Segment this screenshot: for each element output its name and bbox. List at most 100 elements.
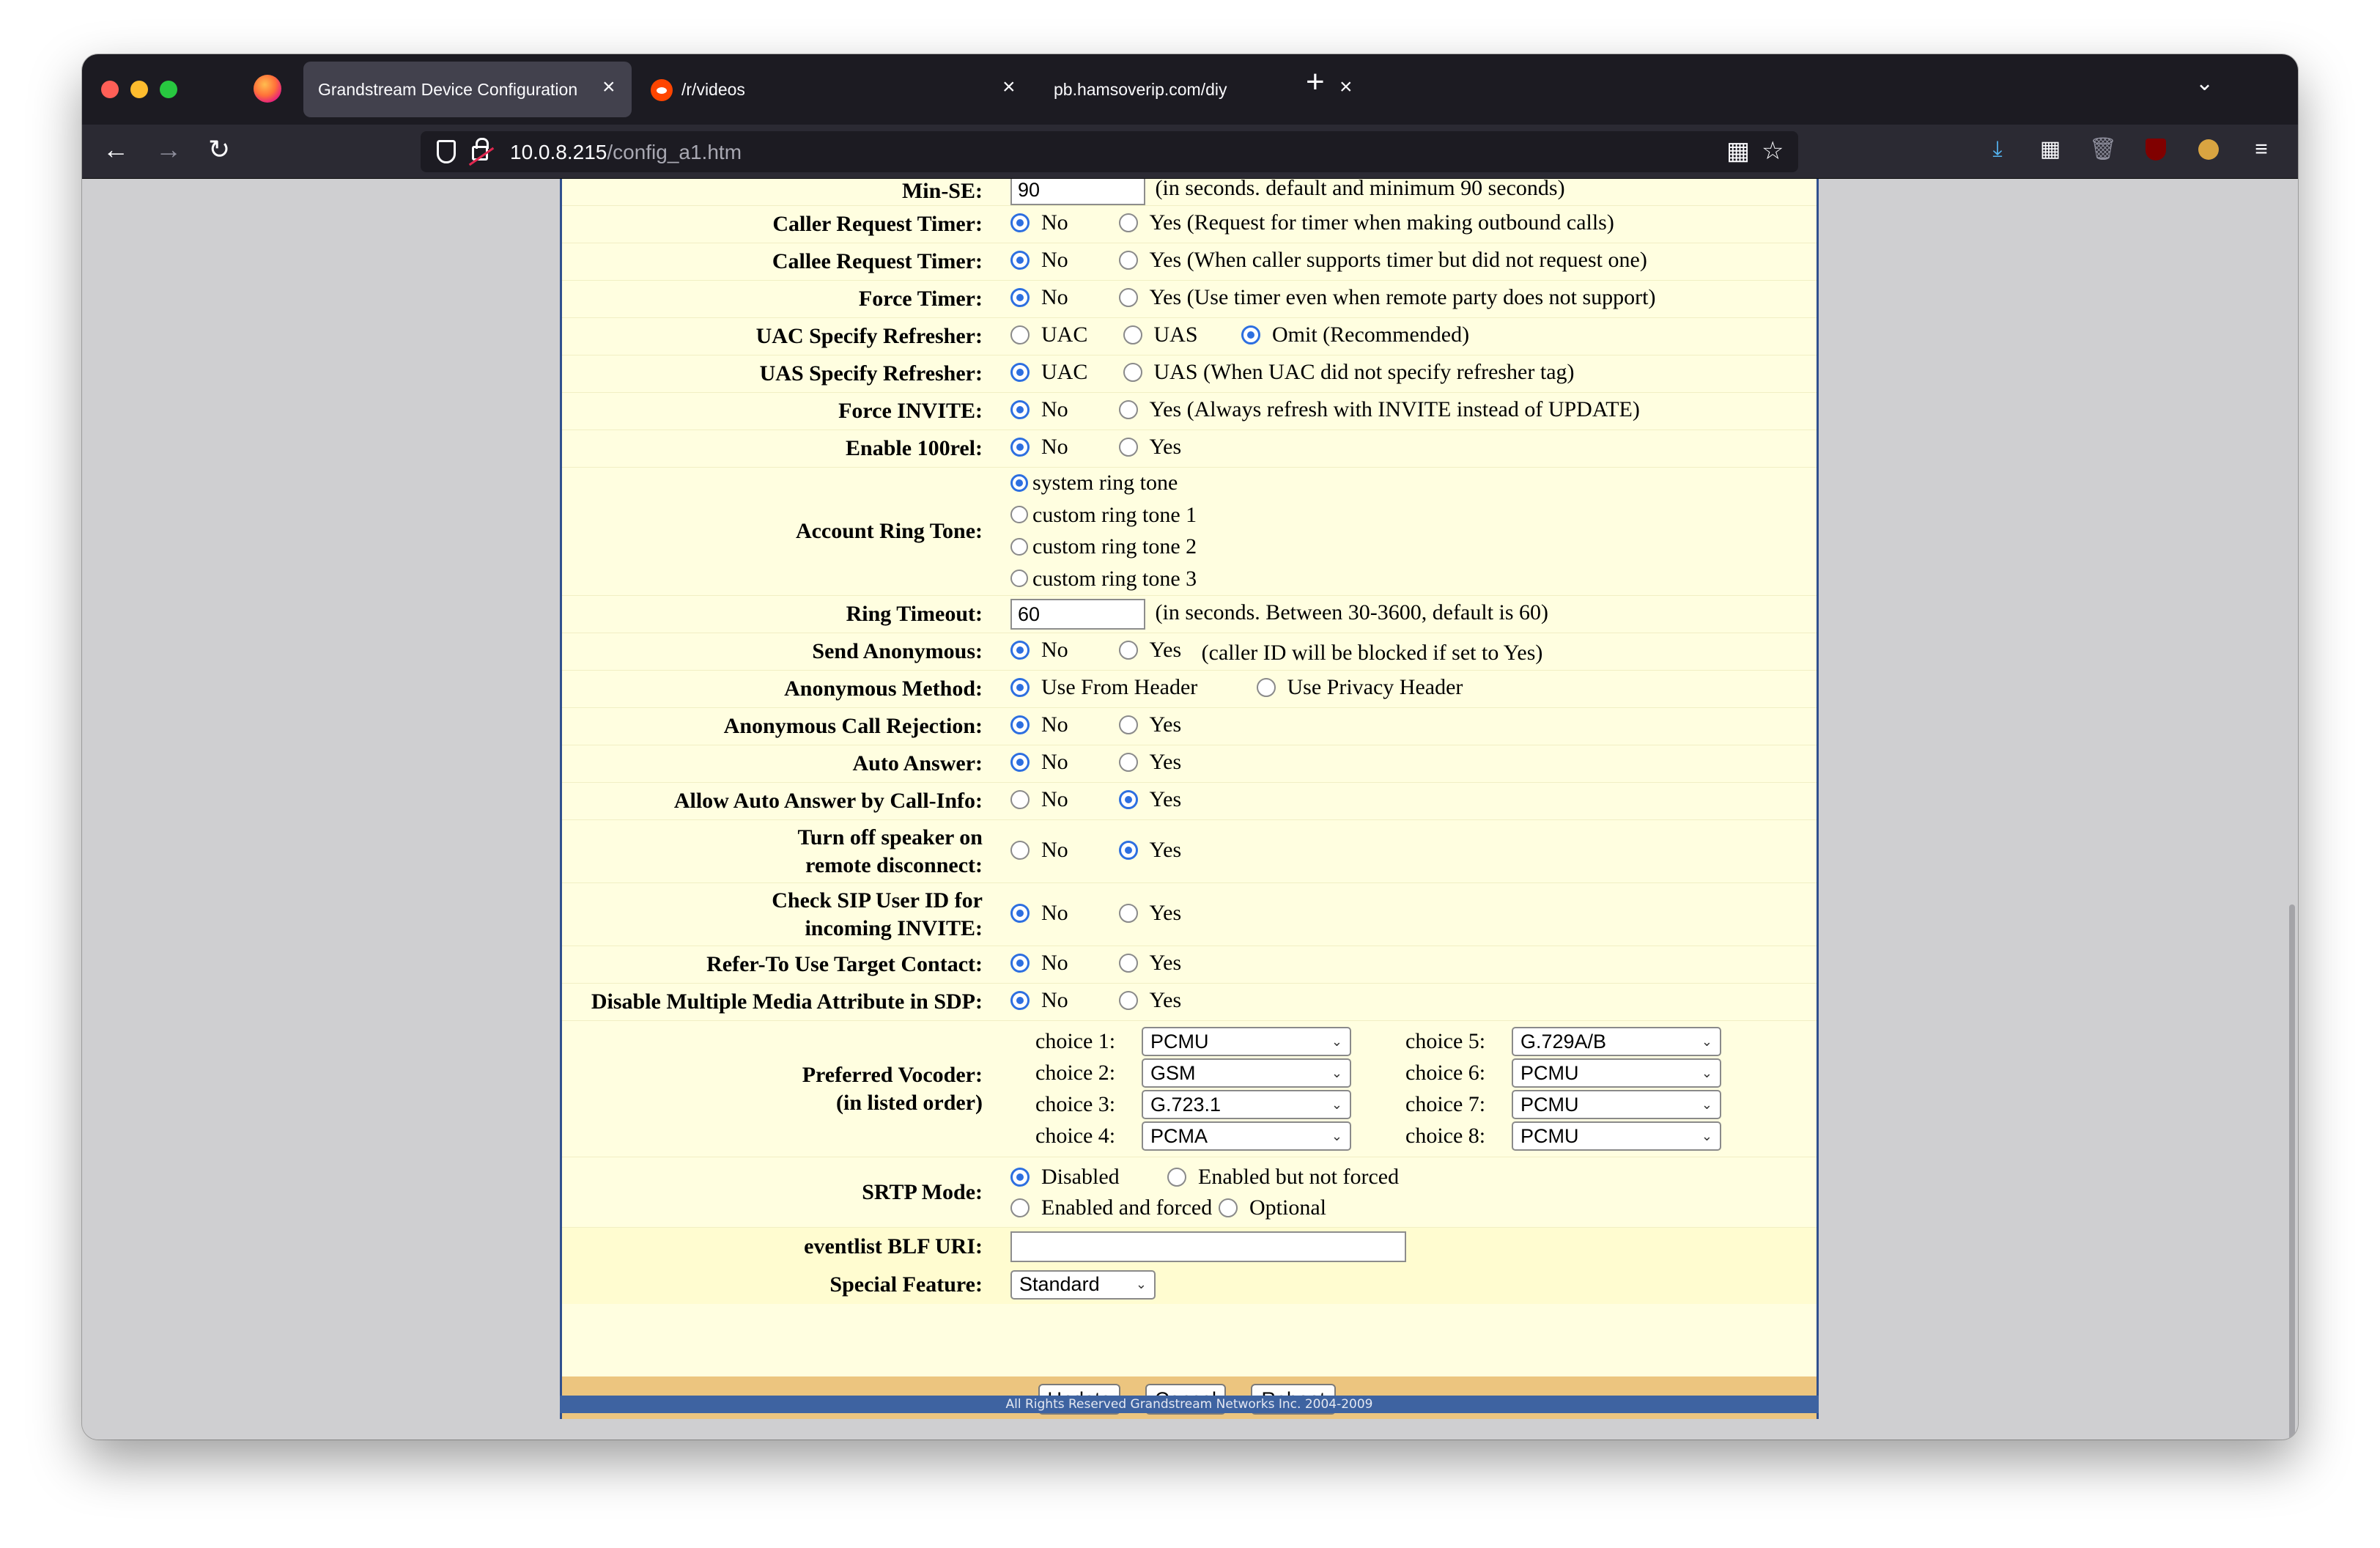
- callee-timer-yes-option[interactable]: Yes (When caller supports timer but did …: [1118, 248, 1647, 273]
- enable-100rel-yes-option[interactable]: Yes: [1118, 435, 1181, 460]
- enable-100rel-no-option[interactable]: No: [1010, 435, 1113, 460]
- radio-button[interactable]: [1010, 1167, 1030, 1187]
- radio-button[interactable]: [1010, 400, 1030, 419]
- anon-reject-no-option[interactable]: No: [1010, 712, 1113, 737]
- auto-answer-no-option[interactable]: No: [1010, 750, 1113, 775]
- bookmark-star-icon[interactable]: ☆: [1762, 139, 1784, 163]
- radio-button[interactable]: [1010, 991, 1030, 1010]
- radio-button[interactable]: [1010, 363, 1030, 382]
- new-tab-plus-icon[interactable]: +: [1306, 66, 1325, 98]
- close-tab-icon[interactable]: ×: [602, 76, 616, 98]
- radio-button[interactable]: [1010, 903, 1030, 923]
- radio-button[interactable]: [1010, 251, 1030, 270]
- force-invite-yes-option[interactable]: Yes (Always refresh with INVITE instead …: [1118, 397, 1640, 422]
- srtp-enabled-forced-option[interactable]: Enabled and forced: [1010, 1195, 1212, 1220]
- radio-button[interactable]: [1010, 473, 1028, 492]
- radio-button[interactable]: [1118, 641, 1138, 660]
- send-anon-yes-option[interactable]: Yes: [1118, 638, 1181, 663]
- close-tab-icon[interactable]: ×: [1002, 76, 1016, 98]
- radio-button[interactable]: [1010, 715, 1030, 734]
- speaker-off-yes-option[interactable]: Yes: [1118, 838, 1181, 863]
- vocoder-choice-6-select[interactable]: PCMU ⌄: [1512, 1058, 1721, 1088]
- check-sip-no-option[interactable]: No: [1010, 901, 1113, 926]
- send-anon-no-option[interactable]: No: [1010, 638, 1113, 663]
- close-window-button[interactable]: [101, 81, 119, 98]
- ring-timeout-input[interactable]: 60: [1010, 599, 1145, 630]
- refer-to-no-option[interactable]: No: [1010, 951, 1113, 976]
- anon-method-from-header-option[interactable]: Use From Header: [1010, 675, 1251, 700]
- vocoder-choice-7-select[interactable]: PCMU ⌄: [1512, 1090, 1721, 1119]
- radio-button[interactable]: [1118, 991, 1138, 1010]
- radio-button[interactable]: [1167, 1167, 1186, 1187]
- vocoder-choice-2-select[interactable]: GSM ⌄: [1142, 1058, 1351, 1088]
- force-invite-no-option[interactable]: No: [1010, 397, 1113, 422]
- minimize-window-button[interactable]: [130, 81, 148, 98]
- tab-grandstream[interactable]: Grandstream Device Configuration ×: [303, 62, 632, 117]
- radio-button[interactable]: [1010, 1198, 1030, 1217]
- radio-button[interactable]: [1118, 903, 1138, 923]
- caller-timer-no-option[interactable]: No: [1010, 210, 1113, 235]
- radio-button[interactable]: [1219, 1198, 1238, 1217]
- url-text[interactable]: 10.0.8.215/config_a1.htm: [510, 141, 742, 164]
- uas-refresher-uac-option[interactable]: UAC: [1010, 360, 1117, 385]
- radio-button[interactable]: [1256, 678, 1276, 697]
- eventlist-blf-uri-input[interactable]: [1010, 1231, 1406, 1262]
- srtp-enabled-not-forced-option[interactable]: Enabled but not forced: [1167, 1165, 1399, 1190]
- trash-icon[interactable]: 🗑: [2089, 136, 2117, 163]
- page-scrollbar[interactable]: [2286, 179, 2298, 1440]
- ring-tone-custom-2-option[interactable]: custom ring tone 2: [1010, 531, 1197, 561]
- radio-button[interactable]: [1010, 753, 1030, 772]
- srtp-optional-option[interactable]: Optional: [1167, 1195, 1387, 1220]
- vocoder-choice-3-select[interactable]: G.723.1 ⌄: [1142, 1090, 1351, 1119]
- extensions-grid-icon[interactable]: ▦: [2037, 136, 2063, 163]
- radio-button[interactable]: [1118, 288, 1138, 307]
- radio-button[interactable]: [1010, 537, 1028, 556]
- disable-mma-yes-option[interactable]: Yes: [1118, 988, 1181, 1013]
- special-feature-select[interactable]: Standard ⌄: [1010, 1269, 1156, 1300]
- qr-code-icon[interactable]: ▦: [1726, 139, 1750, 163]
- radio-button[interactable]: [1118, 400, 1138, 419]
- auto-answer-yes-option[interactable]: Yes: [1118, 750, 1181, 775]
- tab-reddit-videos[interactable]: /r/videos ×: [643, 62, 1039, 117]
- force-timer-no-option[interactable]: No: [1010, 285, 1113, 310]
- insecure-lock-icon[interactable]: [472, 138, 489, 161]
- radio-button[interactable]: [1010, 570, 1028, 587]
- radio-button[interactable]: [1010, 288, 1030, 307]
- radio-button[interactable]: [1118, 840, 1138, 860]
- radio-button[interactable]: [1241, 325, 1260, 344]
- url-bar[interactable]: 10.0.8.215/config_a1.htm ▦ ☆: [421, 131, 1798, 172]
- scrollbar-thumb[interactable]: [2289, 904, 2295, 1440]
- radio-button[interactable]: [1118, 790, 1138, 809]
- ring-tone-custom-3-option[interactable]: custom ring tone 3: [1010, 564, 1197, 594]
- radio-button[interactable]: [1010, 641, 1030, 660]
- auto-answer-callinfo-yes-option[interactable]: Yes: [1118, 787, 1181, 812]
- vocoder-choice-1-select[interactable]: PCMU ⌄: [1142, 1027, 1351, 1056]
- auto-answer-callinfo-no-option[interactable]: No: [1010, 787, 1113, 812]
- srtp-disabled-option[interactable]: Disabled: [1010, 1165, 1167, 1190]
- radio-button[interactable]: [1118, 213, 1138, 232]
- radio-button[interactable]: [1010, 438, 1030, 457]
- force-timer-yes-option[interactable]: Yes (Use timer even when remote party do…: [1118, 285, 1655, 310]
- uas-refresher-uas-option[interactable]: UAS (When UAC did not specify refresher …: [1123, 360, 1575, 385]
- tab-list-chevron-icon[interactable]: ⌄: [2195, 70, 2214, 96]
- min-se-input[interactable]: 90: [1010, 179, 1145, 205]
- radio-button[interactable]: [1010, 506, 1028, 523]
- ublock-origin-icon[interactable]: [2143, 136, 2169, 163]
- anon-method-privacy-header-option[interactable]: Use Privacy Header: [1256, 675, 1463, 700]
- radio-button[interactable]: [1010, 678, 1030, 697]
- tampermonkey-icon[interactable]: [2195, 136, 2222, 163]
- zoom-window-button[interactable]: [160, 81, 177, 98]
- close-tab-icon[interactable]: ×: [1339, 76, 1353, 98]
- radio-button[interactable]: [1010, 325, 1030, 344]
- radio-button[interactable]: [1010, 954, 1030, 973]
- callee-timer-no-option[interactable]: No: [1010, 248, 1113, 273]
- disable-mma-no-option[interactable]: No: [1010, 988, 1113, 1013]
- radio-button[interactable]: [1123, 363, 1142, 382]
- radio-button[interactable]: [1010, 213, 1030, 232]
- anon-reject-yes-option[interactable]: Yes: [1118, 712, 1181, 737]
- downloads-icon[interactable]: ⤓: [1984, 136, 2011, 163]
- radio-button[interactable]: [1118, 753, 1138, 772]
- caller-timer-yes-option[interactable]: Yes (Request for timer when making outbo…: [1118, 210, 1614, 235]
- forward-arrow-icon[interactable]: →: [155, 136, 182, 163]
- firefox-icon[interactable]: [254, 75, 281, 103]
